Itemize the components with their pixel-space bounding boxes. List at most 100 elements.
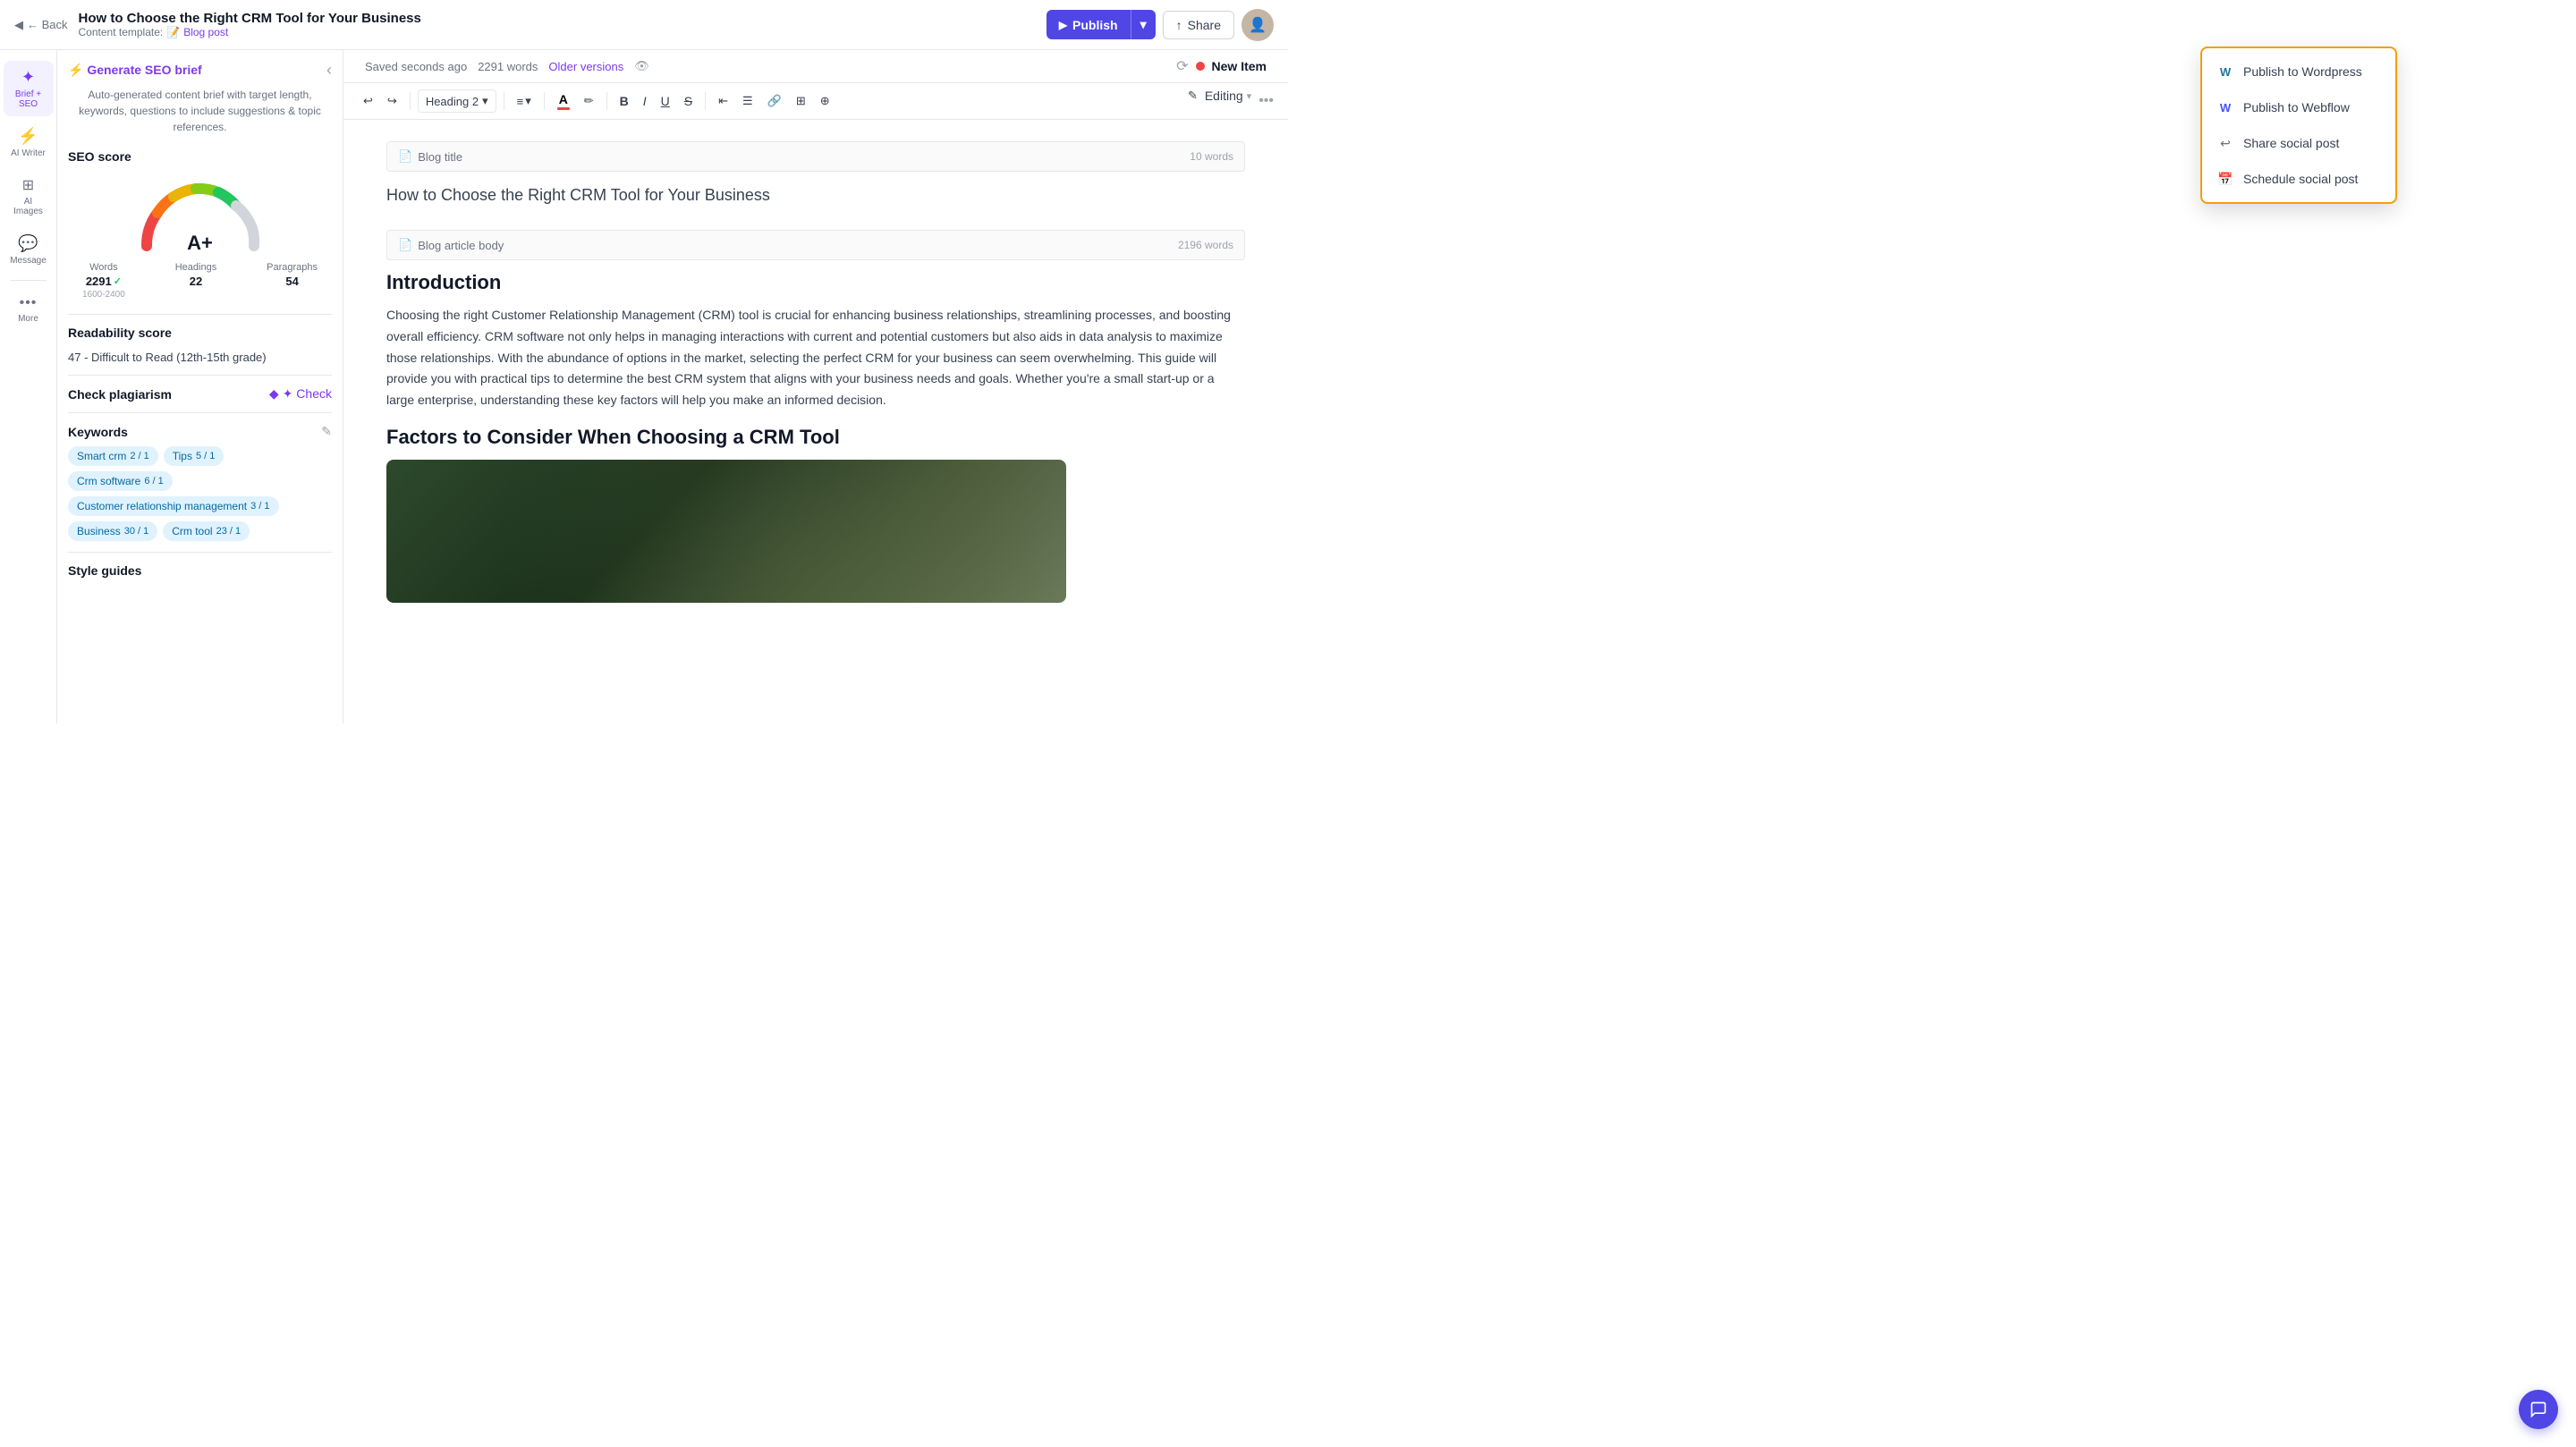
strikethrough-label: S	[684, 94, 692, 108]
schedule-social-icon: 📅	[2216, 170, 2234, 188]
title-word-count: 10 words	[1190, 150, 1233, 163]
link-button[interactable]: 🔗	[762, 90, 787, 112]
article-body: Introduction Choosing the right Customer…	[386, 271, 1245, 603]
toolbar-divider-1	[410, 92, 411, 110]
align-icon: ≡	[517, 95, 524, 108]
redo-icon: ↪	[387, 94, 397, 108]
color-bar	[557, 107, 570, 110]
doc-title-area: How to Choose the Right CRM Tool for You…	[79, 11, 421, 38]
editor-content: 📄 Blog title 10 words How to Choose the …	[343, 120, 1288, 724]
publish-wordpress-label: Publish to Wordpress	[2243, 64, 2362, 79]
image-button[interactable]: ⊞	[791, 90, 811, 112]
blog-title-block: 📄 Blog title 10 words How to Choose the …	[386, 141, 1245, 208]
top-header: ◀ ← Back How to Choose the Right CRM Too…	[0, 0, 1288, 50]
strikethrough-button[interactable]: S	[679, 90, 698, 112]
stat-paragraphs: Paragraphs 54	[267, 262, 318, 300]
sidebar-item-more[interactable]: ••• More	[4, 288, 54, 331]
intro-paragraph: Choosing the right Customer Relationship…	[386, 305, 1245, 411]
share-label: Share	[1188, 18, 1221, 32]
publish-main: ▶ Publish	[1046, 11, 1131, 39]
template-link[interactable]: Blog post	[183, 26, 228, 38]
bold-button[interactable]: B	[614, 90, 634, 112]
keywords-header: Keywords ✎	[68, 424, 332, 439]
share-social-item[interactable]: ↩ Share social post	[2202, 125, 2395, 161]
sidebar-item-ai-images[interactable]: ⊞ AI Images	[4, 169, 54, 224]
headings-label: Headings	[175, 262, 216, 273]
schedule-social-item[interactable]: 📅 Schedule social post	[2202, 161, 2395, 197]
keyword-tag-smart-crm: Smart crm 2 / 1	[68, 446, 158, 466]
headings-value: 22	[190, 275, 202, 288]
highlight-button[interactable]: ✏	[579, 90, 599, 112]
seo-gauge: A+ Words 2291 ✓ 1600-2400 Headings 22 Pa…	[68, 174, 332, 300]
gauge-score: A+	[187, 232, 213, 255]
back-button[interactable]: ◀ ← Back	[14, 18, 68, 32]
image-icon: ⊞	[796, 94, 806, 108]
brief-panel-header: ⚡ Generate SEO brief ‹	[68, 61, 332, 80]
words-label: Words	[89, 262, 118, 273]
underline-button[interactable]: U	[656, 90, 675, 112]
redo-button[interactable]: ↪	[382, 90, 402, 112]
bold-label: B	[620, 94, 629, 108]
header-right: ▶ Publish ▾ ↑ Share 👤	[1046, 9, 1274, 41]
ai-writer-icon: ⚡	[18, 127, 38, 146]
block-icon-title: 📄	[398, 149, 412, 164]
doc-title: How to Choose the Right CRM Tool for You…	[79, 11, 421, 26]
brief-seo-icon: ✦	[21, 68, 35, 87]
back-arrow-icon: ◀	[14, 18, 23, 32]
brief-panel: ⚡ Generate SEO brief ‹ Auto-generated co…	[57, 50, 343, 724]
sidebar-item-ai-writer[interactable]: ⚡ AI Writer	[4, 120, 54, 165]
stat-headings: Headings 22	[175, 262, 216, 300]
undo-button[interactable]: ↩	[358, 90, 378, 112]
italic-button[interactable]: I	[638, 90, 652, 112]
eye-icon[interactable]: 👁	[634, 59, 649, 73]
more-format-button[interactable]: ⊕	[815, 90, 835, 112]
sidebar-more-label: More	[18, 314, 38, 324]
three-dots-button[interactable]: •••	[1258, 93, 1274, 109]
text-color-button[interactable]: A	[552, 90, 575, 112]
sidebar-item-brief-seo[interactable]: ✦ Brief + SEO	[4, 61, 54, 116]
divider-3	[68, 412, 332, 413]
list-button[interactable]: ☰	[737, 90, 758, 112]
check-plagiarism-button[interactable]: ◆ ✦ Check	[269, 386, 332, 402]
pencil-icon: ✎	[1188, 89, 1198, 103]
readability-section: Readability score 47 - Difficult to Read…	[68, 326, 332, 364]
brief-description: Auto-generated content brief with target…	[68, 87, 332, 135]
keyword-tags: Smart crm 2 / 1 Tips 5 / 1 Crm software …	[68, 446, 332, 541]
divider-4	[68, 552, 332, 553]
editor-meta-bar: Saved seconds ago 2291 words Older versi…	[343, 50, 1288, 83]
share-social-icon: ↩	[2216, 134, 2234, 152]
publish-chevron-icon[interactable]: ▾	[1131, 10, 1156, 39]
align-left-icon: ⇤	[718, 94, 728, 108]
plagiarism-row: Check plagiarism ◆ ✦ Check	[68, 386, 332, 402]
seo-stats: Words 2291 ✓ 1600-2400 Headings 22 Parag…	[68, 262, 332, 300]
undo-icon: ↩	[363, 94, 373, 108]
edit-keywords-button[interactable]: ✎	[321, 424, 332, 439]
align-left-button[interactable]: ⇤	[713, 90, 733, 112]
blog-title-text[interactable]: How to Choose the Right CRM Tool for You…	[386, 182, 1245, 208]
editing-chevron-icon: ▾	[1247, 90, 1252, 102]
publish-webflow-item[interactable]: W Publish to Webflow	[2202, 89, 2395, 125]
check-diamond-icon: ◆	[269, 386, 279, 402]
generate-seo-label: ⚡ Generate SEO brief	[68, 63, 202, 78]
sidebar-item-message[interactable]: 💬 Message	[4, 227, 54, 273]
main-layout: ✦ Brief + SEO ⚡ AI Writer ⊞ AI Images 💬 …	[0, 50, 1288, 724]
editing-dropdown[interactable]: ✎ Editing ▾	[1188, 89, 1251, 103]
share-button[interactable]: ↑ Share	[1163, 11, 1234, 39]
sidebar-ai-writer-label: AI Writer	[11, 148, 46, 158]
align-button[interactable]: ≡ ▾	[512, 90, 537, 112]
publish-dropdown-menu: W Publish to Wordpress W Publish to Webf…	[2200, 47, 2397, 204]
generate-seo-button[interactable]: ⚡ Generate SEO brief	[68, 63, 202, 78]
chat-fab-button[interactable]	[2519, 1390, 2558, 1429]
collapse-panel-button[interactable]: ‹	[326, 61, 332, 80]
avatar[interactable]: 👤	[1241, 9, 1274, 41]
block-icon-body: 📄	[398, 238, 412, 252]
publish-wordpress-item[interactable]: W Publish to Wordpress	[2202, 54, 2395, 89]
keyword-tag-business: Business 30 / 1	[68, 521, 157, 541]
template-prefix: Content template:	[79, 26, 164, 38]
seo-score-title: SEO score	[68, 149, 332, 164]
keywords-title: Keywords	[68, 425, 128, 439]
heading-selector[interactable]: Heading 2 ▾	[418, 89, 496, 113]
older-versions-link[interactable]: Older versions	[548, 60, 623, 73]
wordpress-icon: W	[2216, 63, 2234, 80]
publish-button[interactable]: ▶ Publish ▾	[1046, 10, 1156, 39]
